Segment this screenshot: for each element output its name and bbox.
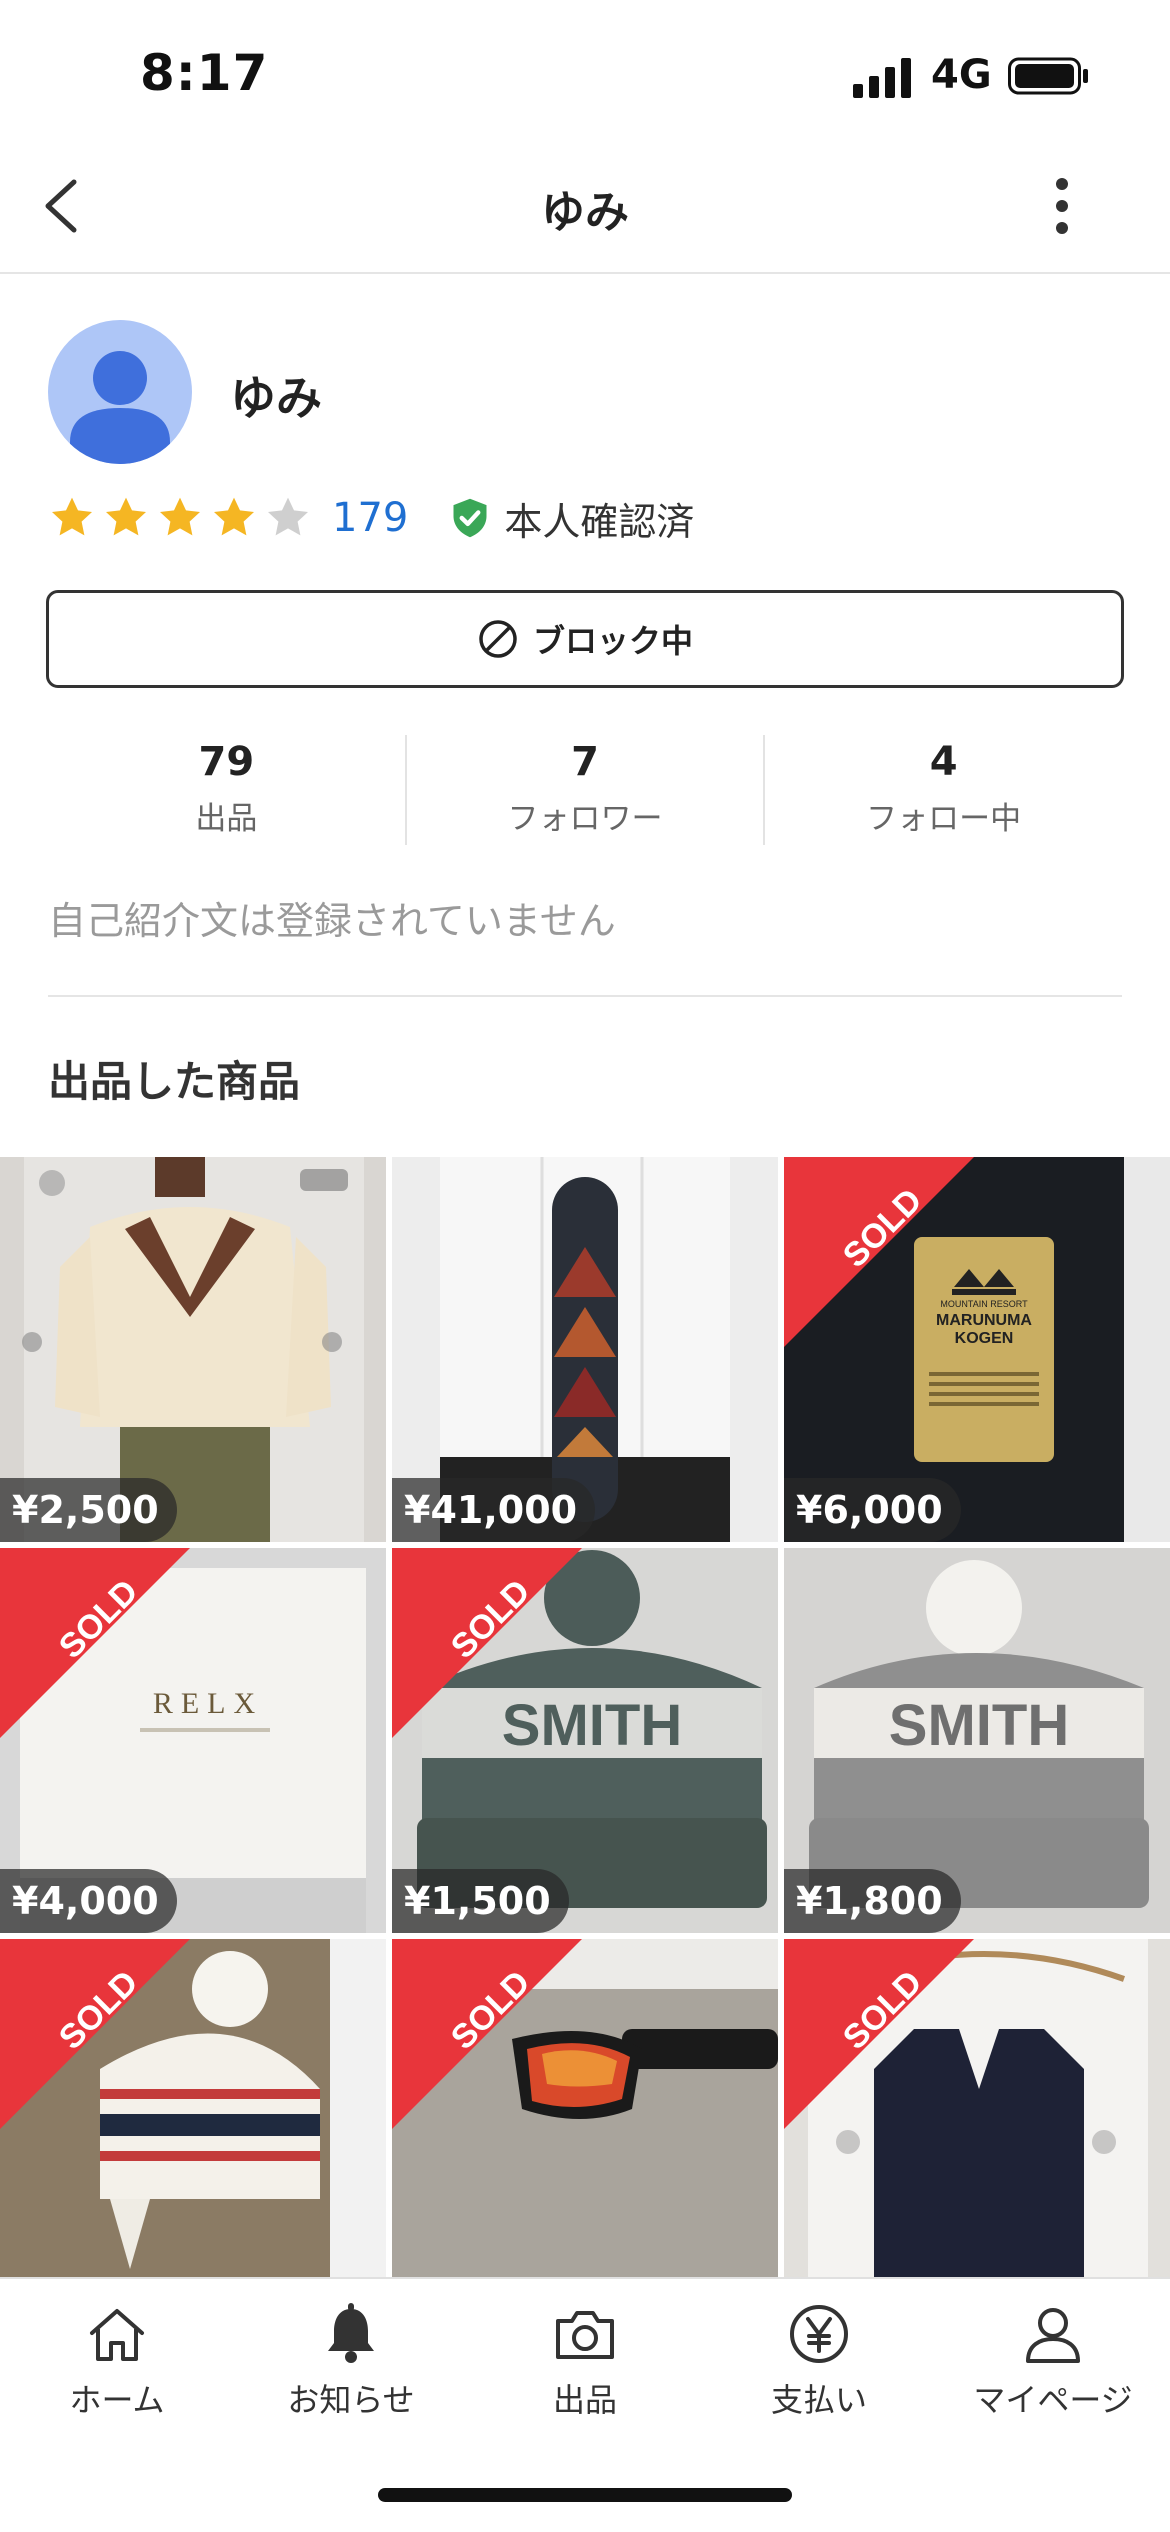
status-bar: 8:17 4G — [0, 0, 1170, 140]
sold-ribbon — [392, 1939, 582, 2129]
block-icon — [479, 620, 517, 658]
item-tile[interactable]: RELX SOLD ¥4,000 — [0, 1548, 386, 1933]
blocked-button-label: ブロック中 — [532, 622, 693, 660]
stat-following[interactable]: 4 フォロー中 — [765, 735, 1122, 845]
sold-ribbon — [0, 1939, 190, 2129]
avatar[interactable] — [48, 320, 192, 464]
more-options-icon[interactable] — [1030, 166, 1110, 246]
stat-label: フォロワー — [507, 801, 663, 837]
stat-value: 79 — [198, 739, 255, 785]
star-empty-icon — [268, 497, 308, 536]
item-price: ¥1,500 — [392, 1869, 569, 1933]
stat-listings[interactable]: 79 出品 — [48, 735, 407, 845]
tab-sell[interactable]: 出品 — [468, 2299, 702, 2421]
stat-label: フォロー中 — [866, 801, 1022, 837]
item-price: ¥6,000 — [784, 1478, 961, 1542]
page-title: ゆみ — [541, 187, 629, 238]
item-price: ¥41,000 — [392, 1478, 596, 1542]
item-tile[interactable]: MOUNTAIN RESORT MARUNUMA KOGEN SOLD ¥6,0… — [784, 1157, 1170, 1542]
shield-check-icon — [453, 498, 487, 538]
tab-label: ホーム — [69, 2381, 165, 2419]
stat-label: 出品 — [195, 801, 258, 837]
home-icon — [90, 2309, 144, 2361]
verified-label: 本人確認済 — [504, 499, 695, 544]
item-price: ¥1,800 — [784, 1869, 961, 1933]
sold-ribbon — [784, 1157, 974, 1347]
navigation-bar: ゆみ — [0, 140, 1170, 274]
rating-row[interactable]: 179 本人確認済 — [48, 490, 694, 546]
blocked-button[interactable]: ブロック中 — [46, 590, 1124, 688]
star-filled-icon — [52, 497, 92, 536]
status-time: 8:17 — [140, 44, 269, 102]
item-tile[interactable]: SMITH SOLD ¥1,500 — [392, 1548, 778, 1933]
user-name: ゆみ — [230, 371, 322, 425]
tab-notifications[interactable]: お知らせ — [234, 2299, 468, 2421]
tab-payment[interactable]: 支払い — [702, 2299, 936, 2421]
profile-bio: 自己紹介文は登録されていません — [48, 899, 616, 943]
tab-label: マイページ — [973, 2381, 1133, 2419]
tab-label: 支払い — [770, 2381, 867, 2419]
bell-icon — [328, 2303, 374, 2363]
camera-icon — [556, 2311, 614, 2359]
tab-home[interactable]: ホーム — [0, 2299, 234, 2421]
star-filled-icon — [106, 497, 146, 536]
tab-label: 出品 — [552, 2381, 617, 2419]
verified-badge: 本人確認済 — [448, 491, 694, 546]
item-price: ¥2,500 — [0, 1478, 177, 1542]
divider — [48, 995, 1122, 997]
sold-ribbon — [0, 1548, 190, 1738]
item-price: ¥4,000 — [0, 1869, 177, 1933]
stat-value: 7 — [571, 739, 599, 785]
signal-icon — [853, 58, 911, 98]
stat-followers[interactable]: 7 フォロワー — [407, 735, 766, 845]
user-silhouette-icon — [70, 351, 170, 464]
person-icon — [1026, 2308, 1080, 2363]
sold-ribbon — [784, 1939, 974, 2129]
network-type: 4G — [931, 52, 992, 98]
sold-ribbon — [392, 1548, 582, 1738]
tab-mypage[interactable]: マイページ — [936, 2299, 1170, 2421]
star-filled-icon — [214, 497, 254, 536]
review-count[interactable]: 179 — [332, 495, 408, 541]
item-tile[interactable]: SOLD — [784, 1939, 1170, 2277]
section-title: 出品した商品 — [48, 1057, 301, 1106]
profile-stats: 79 出品 7 フォロワー 4 フォロー中 — [48, 735, 1122, 845]
star-filled-icon — [160, 497, 200, 536]
item-tile[interactable]: ¥41,000 — [392, 1157, 778, 1542]
item-tile[interactable]: SOLD — [392, 1939, 778, 2277]
yen-icon — [790, 2305, 848, 2363]
hat-text: SMITH — [889, 1693, 1069, 1758]
tab-label: お知らせ — [287, 2381, 415, 2419]
item-grid: ¥2,500 ¥41,000 MOUNTAIN RESORT MARUNUMA — [0, 1157, 1170, 2277]
battery-icon — [1008, 57, 1088, 95]
item-tile[interactable]: ¥2,500 — [0, 1157, 386, 1542]
stat-value: 4 — [929, 739, 958, 785]
home-indicator — [378, 2488, 792, 2502]
item-tile[interactable]: SOLD — [0, 1939, 386, 2277]
item-tile[interactable]: SMITH ¥1,800 — [784, 1548, 1170, 1933]
